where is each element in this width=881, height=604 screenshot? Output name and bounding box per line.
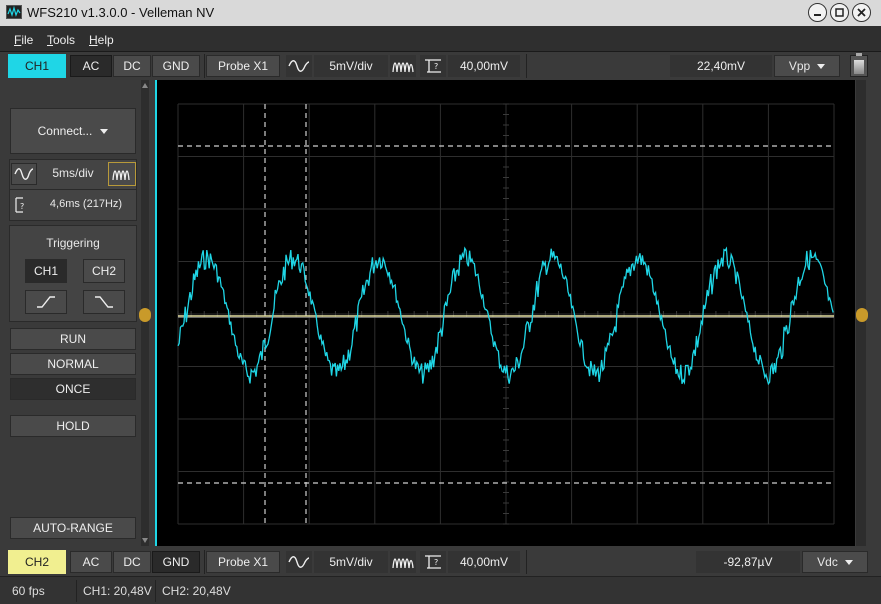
ch1-dc-button[interactable]: DC <box>113 55 151 77</box>
ch2-probe-button[interactable]: Probe X1 <box>206 551 280 573</box>
ch2-marker-value: 40,00mV <box>448 551 520 573</box>
time-marker-value: 4,6ms (217Hz) <box>49 198 123 210</box>
minimize-icon <box>814 14 821 16</box>
connect-dropdown[interactable]: Connect... <box>10 108 136 154</box>
svg-text:?: ? <box>434 62 438 71</box>
sine-icon <box>288 60 310 72</box>
ch2-volt-down-button[interactable] <box>286 551 312 573</box>
timebase-group: 5ms/div ? 4,6ms (217Hz) <box>9 159 137 221</box>
ch1-marker-button[interactable]: ? <box>420 55 446 77</box>
scope-display[interactable] <box>155 80 855 546</box>
sine-icon <box>288 556 310 568</box>
ch2-measurement: -92,87µV <box>696 551 800 573</box>
status-fps: 60 fps <box>12 584 45 598</box>
run-button[interactable]: RUN <box>10 328 136 350</box>
trigger-ch2-button[interactable]: CH2 <box>83 259 125 283</box>
auto-range-button[interactable]: AUTO-RANGE <box>10 517 136 539</box>
chevron-down-icon <box>817 63 826 69</box>
ch1-volt-down-button[interactable] <box>286 55 312 77</box>
minimize-button[interactable] <box>808 3 827 22</box>
marker-icon: ? <box>15 197 24 213</box>
svg-text:?: ? <box>434 558 438 567</box>
marker-icon: ? <box>425 59 441 73</box>
menu-file[interactable]: File <box>14 33 33 47</box>
trigger-falling-button[interactable] <box>83 290 125 314</box>
window-title: WFS210 v1.3.0.0 - Velleman NV <box>27 5 215 20</box>
status-bar: 60 fps CH1: 20,48V CH2: 20,48V <box>0 576 881 604</box>
ch1-measurement: 22,40mV <box>670 55 772 77</box>
ch1-probe-button[interactable]: Probe X1 <box>206 55 280 77</box>
scope-canvas[interactable] <box>157 80 855 546</box>
ch2-gnd-button[interactable]: GND <box>152 551 200 573</box>
square-wave-icon <box>112 170 130 181</box>
maximize-icon <box>835 8 844 17</box>
ch1-measure-type-dropdown[interactable]: Vpp <box>774 55 840 77</box>
connect-label: Connect... <box>37 124 93 138</box>
ch1-volts-div: 5mV/div <box>314 55 388 77</box>
once-button[interactable]: ONCE <box>10 378 136 400</box>
menu-help[interactable]: Help <box>89 33 114 47</box>
close-icon <box>857 8 866 17</box>
time-up-button[interactable] <box>108 162 136 186</box>
left-panel: Connect... 5ms/div ? 4,6ms (217Hz) Trigg… <box>0 80 146 546</box>
app-window: WFS210 v1.3.0.0 - Velleman NV File Tools… <box>0 0 881 604</box>
marker-icon: ? <box>425 555 441 569</box>
ch2-measure-type: Vdc <box>817 555 838 569</box>
square-wave-icon <box>392 558 414 569</box>
ch1-gnd-button[interactable]: GND <box>152 55 200 77</box>
ch2-toolbar: CH2 AC DC GND Probe X1 5mV/div ? 40,00mV… <box>0 548 881 576</box>
menu-bar: File Tools Help <box>0 26 881 52</box>
battery-icon <box>850 53 868 77</box>
status-ch2: CH2: 20,48V <box>162 584 231 598</box>
time-div: 5ms/div <box>52 166 94 180</box>
ch1-ac-button[interactable]: AC <box>70 55 112 77</box>
ch2-marker-button[interactable]: ? <box>420 551 446 573</box>
svg-text:?: ? <box>20 202 24 211</box>
ch2-label[interactable]: CH2 <box>8 550 66 574</box>
ch2-volt-up-button[interactable] <box>390 551 416 573</box>
ch2-dc-button[interactable]: DC <box>113 551 151 573</box>
time-down-button[interactable] <box>11 163 37 185</box>
ch1-marker-value: 40,00mV <box>448 55 520 77</box>
chevron-down-icon <box>844 559 853 565</box>
triggering-group: Triggering CH1 CH2 <box>9 225 137 322</box>
ch1-level-marker-right[interactable] <box>856 308 868 322</box>
normal-button[interactable]: NORMAL <box>10 353 136 375</box>
status-ch1: CH1: 20,48V <box>83 584 152 598</box>
ch1-level-marker-left[interactable] <box>139 308 151 322</box>
app-icon <box>6 5 22 19</box>
trigger-ch1-button[interactable]: CH1 <box>25 259 67 283</box>
ch1-toolbar: CH1 AC DC GND Probe X1 5mV/div ? 40,00mV… <box>0 52 881 80</box>
rising-edge-icon <box>37 296 55 308</box>
sine-icon <box>14 168 34 180</box>
falling-edge-icon <box>95 296 113 308</box>
title-bar: WFS210 v1.3.0.0 - Velleman NV <box>0 0 881 26</box>
trigger-rising-button[interactable] <box>25 290 67 314</box>
chevron-down-icon <box>100 128 109 134</box>
ch2-volts-div: 5mV/div <box>314 551 388 573</box>
ch1-volt-up-button[interactable] <box>390 55 416 77</box>
square-wave-icon <box>392 62 414 73</box>
time-marker-icon: ? <box>13 196 31 217</box>
triggering-title: Triggering <box>46 236 100 250</box>
ch1-measure-type: Vpp <box>788 59 811 73</box>
menu-tools[interactable]: Tools <box>47 33 75 47</box>
close-button[interactable] <box>852 3 871 22</box>
maximize-button[interactable] <box>830 3 849 22</box>
ch2-ac-button[interactable]: AC <box>70 551 112 573</box>
hold-button[interactable]: HOLD <box>10 415 136 437</box>
ch2-measure-type-dropdown[interactable]: Vdc <box>802 551 868 573</box>
ch1-label[interactable]: CH1 <box>8 54 66 78</box>
